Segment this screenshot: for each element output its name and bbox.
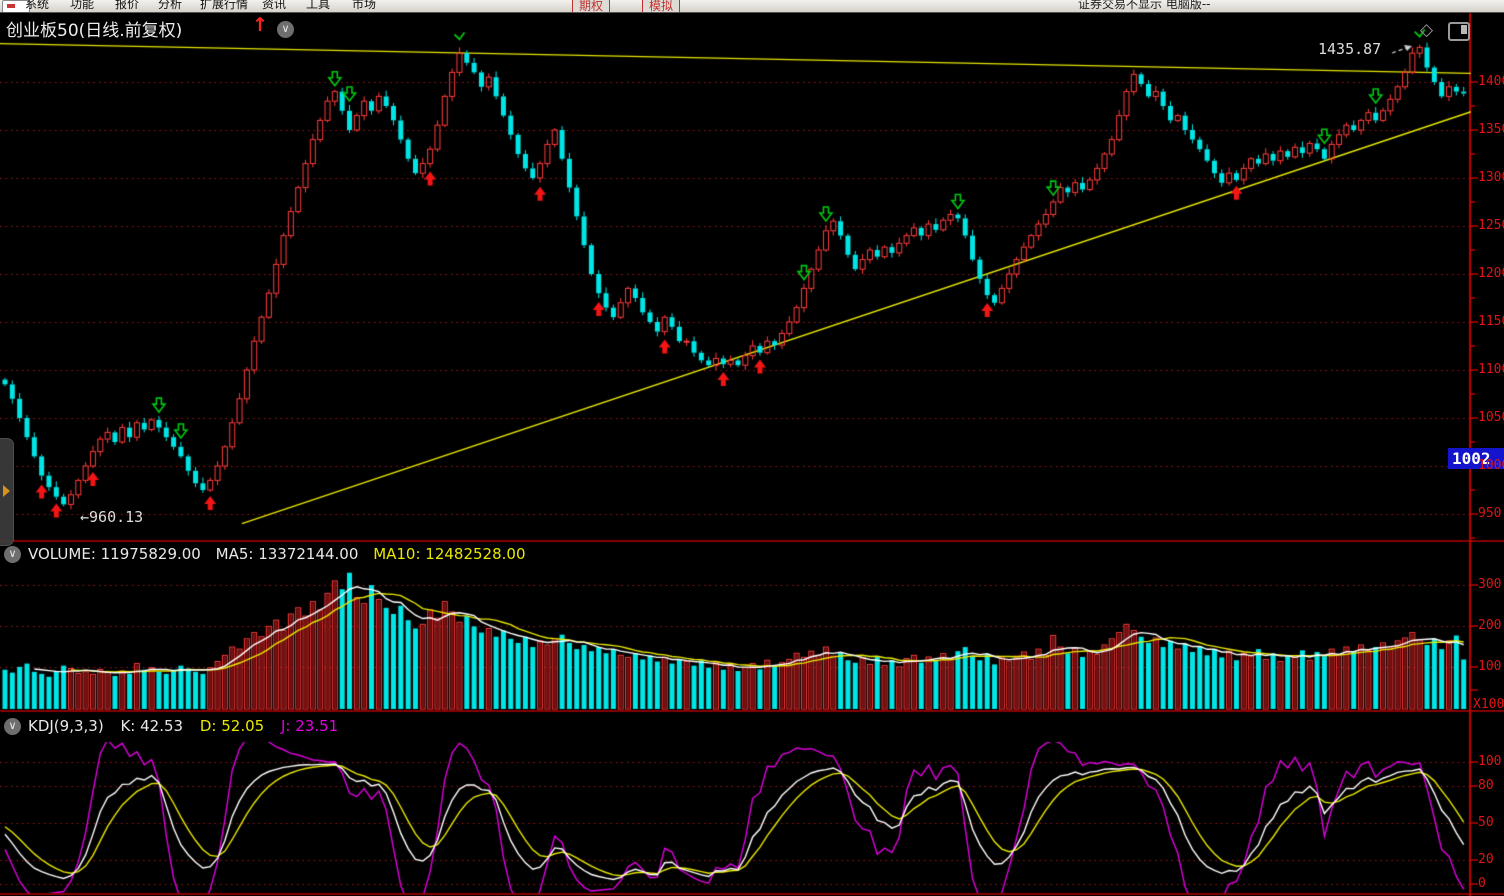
volume-value: VOLUME: 11975829.00 [28,545,201,563]
chevron-down-icon: ∨ [4,718,21,735]
kdj-axis-label: 0 [1478,876,1486,891]
highest-price-annotation: 1435.87 [1318,40,1381,58]
menu-item-0[interactable]: 系统 [25,0,49,12]
up-arrow-icon: ↑ [252,14,268,36]
price-axis-label: 1100 [1478,362,1504,377]
price-axis-label: 1250 [1478,218,1504,233]
kdj-header: KDJ(9,3,3) K: 42.53 D: 52.05 J: 23.51 [28,717,338,735]
menu-item-7[interactable]: 市场 [352,0,376,12]
price-axis-label: 1300 [1478,170,1504,185]
chevron-down-icon: ∨ [277,21,294,38]
volume-header: VOLUME: 11975829.00 MA5: 13372144.00 MA1… [28,545,526,563]
kdj-axis-label: 50 [1478,815,1494,830]
kdj-axis-label: 20 [1478,852,1494,867]
kdj-k-value: K: 42.53 [120,717,183,735]
split-panel-icon[interactable] [1448,22,1470,41]
kdj-name: KDJ(9,3,3) [28,717,104,735]
volume-ma5-value: MA5: 13372144.00 [216,545,359,563]
lowest-price-annotation: ←960.13 [80,508,143,526]
collapse-kdj-button[interactable]: ∨ [4,716,21,735]
chevron-down-icon: ∨ [4,546,21,563]
menu-item-1[interactable]: 功能 [70,0,94,12]
volume-ma10-value: MA10: 12482528.00 [373,545,525,563]
expand-arrow-icon [3,485,10,497]
sidebar-expand-handle[interactable] [0,438,14,546]
diamond-tool-icon[interactable]: ◇ [1420,20,1433,40]
volume-axis-unit: X10000 [1473,697,1504,712]
price-axis-label: 1400 [1478,74,1504,89]
menu-note: 证券交易不显示 电脑版-- [1078,0,1210,12]
menu-item-highlight-1[interactable]: 模拟 [642,0,680,13]
menu-item-3[interactable]: 分析 [158,0,182,12]
chart-title: 创业板50(日线.前复权) [6,16,182,41]
menu-item-2[interactable]: 报价 [115,0,139,12]
menu-item-6[interactable]: 工具 [306,0,330,12]
app-window: 系统 功能 报价 分析 扩展行情 资讯 工具 市场 期权 模拟 证券交易不显示 电脑版-- 创业板… [0,0,1504,896]
kdj-axis-label: 80 [1478,778,1494,793]
volume-axis-label: 300 [1478,577,1501,592]
kdj-j-value: J: 23.51 [281,717,338,735]
volume-axis-label: 100 [1478,659,1501,674]
kdj-axis-label: 100 [1478,754,1501,769]
collapse-volume-button[interactable]: ∨ [4,544,21,563]
collapse-main-chart-button[interactable]: ∨ [277,19,294,38]
price-axis-label: 1200 [1478,266,1504,281]
menu-item-4[interactable]: 扩展行情 [200,0,248,12]
menu-item-highlight-0[interactable]: 期权 [572,0,610,13]
price-axis-label: 950 [1478,506,1501,521]
volume-axis-label: 200 [1478,618,1501,633]
menu-item-5[interactable]: 资讯 [262,0,286,12]
price-axis-label: 1350 [1478,122,1504,137]
chart-canvas[interactable] [0,0,1504,896]
menu-bar: 系统 功能 报价 分析 扩展行情 资讯 工具 市场 期权 模拟 证券交易不显示 电脑版-- [0,0,1504,13]
kdj-d-value: D: 52.05 [200,717,264,735]
price-axis-label: 1000 [1478,458,1504,473]
price-axis-label: 1050 [1478,410,1504,425]
price-axis-label: 1150 [1478,314,1504,329]
